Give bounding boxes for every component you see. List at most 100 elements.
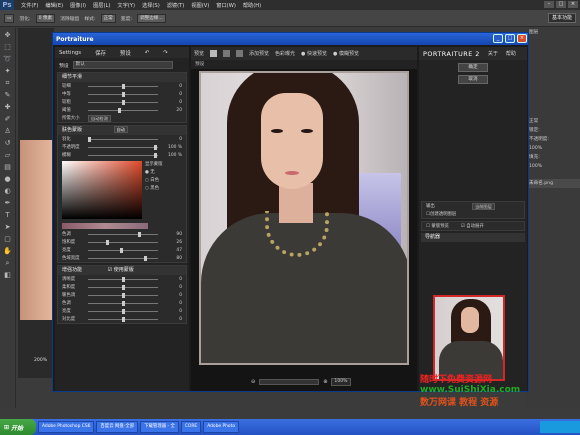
task-core[interactable]: CORE bbox=[180, 421, 202, 433]
enhance-header[interactable]: 增强功能 ☑ 使用蒙版 bbox=[58, 266, 186, 275]
antialias-checkbox[interactable]: 消除锯齿 bbox=[60, 15, 79, 22]
preview-photo[interactable] bbox=[199, 71, 409, 365]
workspace-select[interactable]: 基本功能 bbox=[547, 13, 576, 23]
menu-help[interactable]: 帮助(H) bbox=[243, 2, 261, 9]
add-preview-button[interactable]: 添加预览 bbox=[249, 50, 269, 57]
shape-icon[interactable]: ▢ bbox=[2, 234, 14, 244]
lasso-icon[interactable]: ➰ bbox=[2, 54, 14, 64]
use-mask-checkbox[interactable]: ☑ 使用蒙版 bbox=[108, 267, 134, 273]
color-exposure-button[interactable]: 色彩曝光 bbox=[275, 50, 295, 57]
type-icon[interactable]: T bbox=[2, 210, 14, 220]
brush-icon[interactable]: ✐ bbox=[2, 114, 14, 124]
detail-header[interactable]: 细节平滑 bbox=[58, 73, 186, 82]
hand-icon[interactable]: ✋ bbox=[2, 246, 14, 256]
slider[interactable] bbox=[88, 255, 158, 261]
slider[interactable] bbox=[88, 239, 158, 245]
slider[interactable] bbox=[88, 83, 158, 89]
slider-value[interactable]: 0 bbox=[162, 317, 182, 322]
slider-value[interactable]: 0 bbox=[162, 277, 182, 282]
menu-layer[interactable]: 图层(L) bbox=[93, 2, 110, 9]
radio-none[interactable]: ● 无 bbox=[145, 169, 163, 177]
slider-value[interactable]: 0 bbox=[162, 100, 182, 105]
mask-preview-checkbox[interactable]: ☐ 蒙版预览 bbox=[426, 223, 449, 229]
refine-edge-button[interactable]: 调整边缘... bbox=[136, 13, 166, 23]
slider[interactable] bbox=[88, 284, 158, 290]
slider-value[interactable]: 100 % bbox=[162, 153, 182, 158]
close-icon[interactable]: × bbox=[568, 1, 578, 8]
output-select[interactable]: 当前图层 bbox=[472, 202, 495, 210]
color-picker-square[interactable] bbox=[62, 161, 142, 219]
slider-value[interactable]: 0 bbox=[162, 301, 182, 306]
fast-preview-radio[interactable]: ● 快速预览 bbox=[301, 50, 327, 57]
create-layer-checkbox[interactable]: ☐ 创建透明图层 bbox=[422, 210, 524, 218]
maximize-icon[interactable]: □ bbox=[556, 1, 566, 8]
minimize-icon[interactable]: _ bbox=[493, 34, 503, 43]
menu-image[interactable]: 图像(I) bbox=[70, 2, 86, 9]
slider-value[interactable]: 0 bbox=[162, 137, 182, 142]
slider[interactable] bbox=[88, 152, 158, 158]
slider[interactable] bbox=[88, 231, 158, 237]
slider-value[interactable]: 0 bbox=[162, 285, 182, 290]
color-swatch-icon[interactable]: ◧ bbox=[2, 270, 14, 280]
undo-icon[interactable]: ↶ bbox=[145, 50, 150, 56]
path-select-icon[interactable]: ➤ bbox=[2, 222, 14, 232]
slider-value[interactable]: 47 bbox=[162, 248, 182, 253]
layers-tab[interactable]: 图层 bbox=[526, 28, 580, 37]
cancel-button[interactable]: 取消 bbox=[458, 75, 488, 84]
redo-icon[interactable]: ↷ bbox=[163, 50, 168, 56]
slider-value[interactable]: 90 bbox=[162, 232, 182, 237]
slider[interactable] bbox=[88, 308, 158, 314]
menu-type[interactable]: 文字(Y) bbox=[117, 2, 135, 9]
marquee-tool-icon[interactable]: ▭ bbox=[4, 13, 15, 23]
crop-icon[interactable]: ⌗ bbox=[2, 78, 14, 88]
mask-mode-select[interactable]: 自动 bbox=[113, 126, 128, 133]
gradient-icon[interactable]: ▤ bbox=[2, 162, 14, 172]
maximize-icon[interactable]: □ bbox=[505, 34, 515, 43]
feather-input[interactable]: 0 像素 bbox=[35, 13, 56, 23]
menu-view[interactable]: 视图(V) bbox=[191, 2, 209, 9]
task-baidu[interactable]: 百度云 网盘-全部 bbox=[96, 421, 139, 433]
slider[interactable] bbox=[88, 107, 158, 113]
about-link[interactable]: 关于 bbox=[488, 50, 498, 57]
slider[interactable] bbox=[88, 144, 158, 150]
quad-view-icon[interactable] bbox=[236, 50, 244, 57]
slider-value[interactable]: 0 bbox=[162, 92, 182, 97]
slider[interactable] bbox=[88, 91, 158, 97]
preset-select[interactable]: 默认 bbox=[72, 61, 173, 69]
style-select[interactable]: 正常 bbox=[100, 13, 116, 23]
help-link[interactable]: 帮助 bbox=[506, 50, 516, 57]
minimize-icon[interactable]: – bbox=[544, 1, 554, 8]
zoom-slider[interactable] bbox=[259, 379, 320, 385]
menu-select[interactable]: 选择(S) bbox=[142, 2, 160, 9]
preview-tab[interactable]: 预览 bbox=[194, 50, 204, 57]
slider-value[interactable]: 20 bbox=[162, 108, 182, 113]
zoom-select[interactable]: 100% bbox=[331, 378, 351, 386]
heal-icon[interactable]: ✚ bbox=[2, 102, 14, 112]
slider-value[interactable]: 26 bbox=[162, 240, 182, 245]
start-button[interactable]: ⊞ 开始 bbox=[0, 419, 36, 435]
save-button[interactable]: 保存 bbox=[95, 49, 106, 57]
task-download[interactable]: 下载管理器 - 全 bbox=[140, 421, 179, 433]
slider[interactable] bbox=[88, 247, 158, 253]
history-brush-icon[interactable]: ↺ bbox=[2, 138, 14, 148]
size-select[interactable]: 自动检测 bbox=[88, 114, 111, 122]
slider[interactable] bbox=[88, 292, 158, 298]
dodge-icon[interactable]: ◐ bbox=[2, 186, 14, 196]
mask-header[interactable]: 肤色蒙版 自动 bbox=[58, 126, 186, 135]
slider-value[interactable]: 0 bbox=[162, 84, 182, 89]
navigator-thumbnail[interactable] bbox=[433, 295, 505, 381]
slider-value[interactable]: 0 bbox=[162, 293, 182, 298]
menu-edit[interactable]: 编辑(E) bbox=[45, 2, 63, 9]
opacity-value[interactable]: 100% bbox=[526, 144, 580, 153]
slider[interactable] bbox=[88, 316, 158, 322]
auto-expand-checkbox[interactable]: ☑ 自动展开 bbox=[461, 223, 484, 229]
slider[interactable] bbox=[88, 99, 158, 105]
plugin-titlebar[interactable]: Portraiture _ □ × bbox=[53, 33, 528, 45]
single-view-icon[interactable] bbox=[210, 50, 218, 57]
layer-item[interactable]: 未命名.png bbox=[526, 179, 580, 188]
radio-black[interactable]: ○ 黑色 bbox=[145, 185, 163, 193]
blend-mode[interactable]: 正常 bbox=[526, 117, 580, 126]
blur-icon[interactable]: ● bbox=[2, 174, 14, 184]
color-range-bar[interactable] bbox=[62, 223, 148, 229]
marquee-icon[interactable]: ⬚ bbox=[2, 42, 14, 52]
